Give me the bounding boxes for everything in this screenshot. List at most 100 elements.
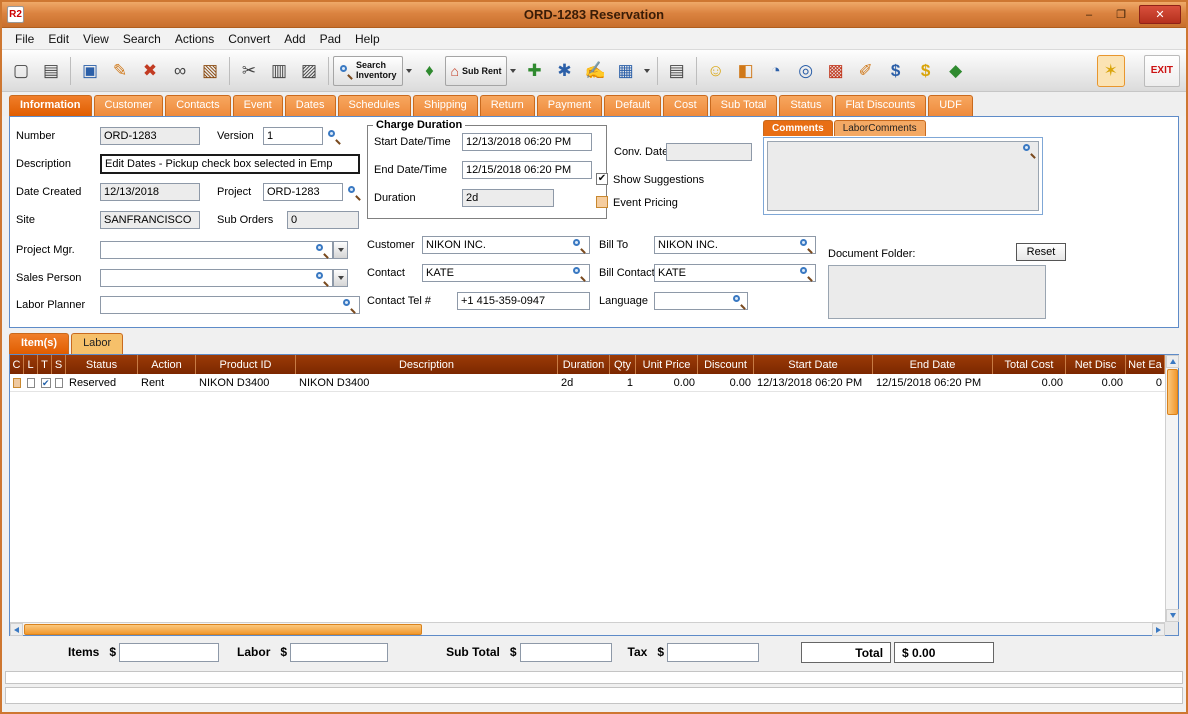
minimize-button[interactable]: – — [1075, 5, 1103, 24]
col-status[interactable]: Status — [66, 355, 138, 374]
col-qty[interactable]: Qty — [610, 355, 636, 374]
menu-edit[interactable]: Edit — [41, 30, 76, 48]
bill-contact-lookup-icon[interactable] — [799, 266, 813, 280]
menu-search[interactable]: Search — [116, 30, 168, 48]
tab-dates[interactable]: Dates — [285, 95, 336, 116]
tab-flat-discounts[interactable]: Flat Discounts — [835, 95, 927, 116]
smiley-button[interactable]: ☺ — [702, 55, 730, 87]
spheres-button[interactable]: ✱ — [550, 55, 578, 87]
version-field[interactable]: 1 — [263, 127, 323, 145]
scroll-up-button[interactable] — [1166, 355, 1179, 368]
tab-return[interactable]: Return — [480, 95, 535, 116]
tax-field[interactable] — [667, 643, 759, 662]
project-mgr-dropdown[interactable] — [333, 241, 348, 259]
end-datetime-field[interactable]: 12/15/2018 06:20 PM — [462, 161, 592, 179]
customer-lookup-icon[interactable] — [572, 238, 586, 252]
tab-default[interactable]: Default — [604, 95, 661, 116]
tab-labor-comments[interactable]: LaborComments — [834, 120, 926, 136]
paste-button[interactable]: ▨ — [295, 55, 323, 87]
reset-button[interactable]: Reset — [1016, 243, 1066, 261]
tab-contacts[interactable]: Contacts — [165, 95, 230, 116]
package-button[interactable]: ◧ — [732, 55, 760, 87]
close-button[interactable]: ✕ — [1139, 5, 1181, 24]
tab-customer[interactable]: Customer — [94, 95, 164, 116]
tab-status[interactable]: Status — [779, 95, 832, 116]
col-l[interactable]: L — [24, 355, 38, 374]
menu-help[interactable]: Help — [348, 30, 387, 48]
row-s-checkbox[interactable] — [55, 378, 63, 388]
transfer-button[interactable]: ▧ — [196, 55, 224, 87]
tab-shipping[interactable]: Shipping — [413, 95, 478, 116]
horizontal-scroll-thumb[interactable] — [24, 624, 422, 635]
site-field[interactable]: SANFRANCISCO — [100, 211, 200, 229]
bill-contact-field[interactable]: KATE — [654, 264, 816, 282]
labor-planner-lookup-icon[interactable] — [342, 298, 356, 312]
save-button[interactable]: ▣ — [76, 55, 104, 87]
maximize-button[interactable]: ❐ — [1107, 5, 1135, 24]
bill-to-lookup-icon[interactable] — [799, 238, 813, 252]
delete-button[interactable]: ✖ — [136, 55, 164, 87]
duration-field[interactable]: 2d — [462, 189, 554, 207]
show-suggestions-checkbox[interactable]: ✔ — [596, 173, 608, 185]
labor-total-field[interactable] — [290, 643, 388, 662]
new-button[interactable]: ▢ — [7, 55, 35, 87]
coins-button[interactable]: $ — [912, 55, 940, 87]
start-datetime-field[interactable]: 12/13/2018 06:20 PM — [462, 133, 592, 151]
edit-button[interactable]: ✎ — [106, 55, 134, 87]
add-button[interactable]: ✚ — [520, 55, 548, 87]
tab-comments[interactable]: Comments — [763, 120, 833, 136]
scroll-right-button[interactable] — [1152, 623, 1165, 636]
scroll-left-button[interactable] — [10, 623, 23, 636]
wand-button[interactable]: ✶ — [1097, 55, 1125, 87]
col-total-cost[interactable]: Total Cost — [993, 355, 1066, 374]
col-product-id[interactable]: Product ID — [196, 355, 296, 374]
row-c-checkbox[interactable] — [13, 378, 21, 388]
menu-pad[interactable]: Pad — [313, 30, 348, 48]
tab-schedules[interactable]: Schedules — [338, 95, 411, 116]
disk-button[interactable]: ◎ — [792, 55, 820, 87]
col-t[interactable]: T — [38, 355, 52, 374]
conv-date-field[interactable] — [666, 143, 752, 161]
document-folder-box[interactable] — [828, 265, 1046, 319]
grid-dropdown[interactable] — [641, 56, 653, 86]
col-unit-price[interactable]: Unit Price — [636, 355, 698, 374]
tab-information[interactable]: Information — [9, 95, 92, 116]
cut-button[interactable]: ✂ — [235, 55, 263, 87]
exit-button[interactable]: EXIT — [1144, 55, 1180, 87]
comments-lookup-icon[interactable] — [1022, 143, 1036, 157]
items-total-field[interactable] — [119, 643, 219, 662]
tab-labor[interactable]: Labor — [71, 333, 123, 354]
menu-file[interactable]: File — [8, 30, 41, 48]
memo-button[interactable]: ✍ — [580, 55, 609, 87]
sales-person-lookup-icon[interactable] — [315, 271, 329, 285]
col-description[interactable]: Description — [296, 355, 558, 374]
col-duration[interactable]: Duration — [558, 355, 610, 374]
grid-button[interactable]: ▦ — [612, 55, 640, 87]
col-c[interactable]: C — [10, 355, 24, 374]
copy-button[interactable]: ▥ — [265, 55, 293, 87]
col-action[interactable]: Action — [138, 355, 196, 374]
col-net-disc[interactable]: Net Disc — [1066, 355, 1126, 374]
customer-field[interactable]: NIKON INC. — [422, 236, 590, 254]
contact-tel-field[interactable]: +1 415-359-0947 — [457, 292, 590, 310]
search-inventory-button[interactable]: Search Inventory — [333, 56, 403, 86]
menu-convert[interactable]: Convert — [221, 30, 277, 48]
print-button[interactable]: ▤ — [37, 55, 65, 87]
sub-total-field[interactable] — [520, 643, 612, 662]
barcode-print-button[interactable]: ▤ — [663, 55, 691, 87]
memo-edit-button[interactable]: ✐ — [852, 55, 880, 87]
col-discount[interactable]: Discount — [698, 355, 754, 374]
vertical-scrollbar[interactable] — [1165, 355, 1178, 622]
col-net-ea[interactable]: Net Ea — [1126, 355, 1165, 374]
sub-orders-field[interactable]: 0 — [287, 211, 359, 229]
contact-field[interactable]: KATE — [422, 264, 590, 282]
project-mgr-lookup-icon[interactable] — [315, 243, 329, 257]
tab-udf[interactable]: UDF — [928, 95, 973, 116]
color-shapes-button[interactable]: ♦ — [416, 55, 444, 87]
tab-items[interactable]: Item(s) — [9, 333, 69, 354]
date-created-field[interactable]: 12/13/2018 — [100, 183, 200, 201]
sub-rent-dropdown[interactable] — [507, 56, 519, 86]
vertical-scroll-thumb[interactable] — [1167, 369, 1178, 415]
col-s[interactable]: S — [52, 355, 66, 374]
title-bar[interactable]: R2 ORD-1283 Reservation – ❐ ✕ — [2, 2, 1186, 28]
